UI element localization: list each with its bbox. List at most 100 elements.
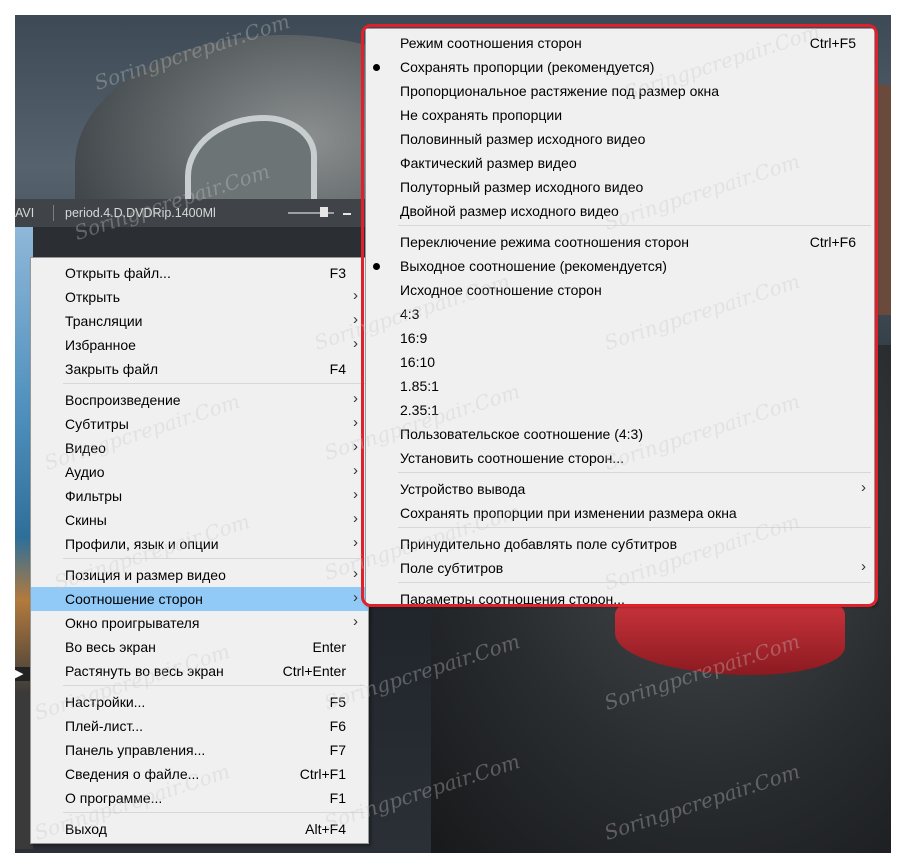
menu-item-favorites[interactable]: Избранное › bbox=[31, 333, 368, 357]
menu-item-label: Трансляции bbox=[65, 313, 143, 329]
check-marker bbox=[366, 55, 390, 79]
submenu-item-ratio-1-85[interactable]: 1.85:1 bbox=[366, 374, 874, 398]
submenu-item-aspect-mode[interactable]: Режим соотношения сторон Ctrl+F5 bbox=[366, 31, 874, 55]
submenu-item-custom-ratio[interactable]: Пользовательское соотношение (4:3) bbox=[366, 422, 874, 446]
menu-item-label: Исходное соотношение сторон bbox=[400, 282, 602, 298]
menu-item-label: Аудио bbox=[65, 464, 105, 480]
menu-item-open[interactable]: Открыть › bbox=[31, 285, 368, 309]
menu-item-label: Переключение режима соотношения сторон bbox=[400, 234, 690, 250]
menu-item-profiles[interactable]: Профили, язык и опции › bbox=[31, 532, 368, 556]
menu-item-label: Режим соотношения сторон bbox=[400, 35, 582, 51]
format-label: AVI bbox=[15, 206, 35, 220]
menu-separator bbox=[398, 225, 871, 226]
submenu-item-output-device[interactable]: Устройство вывода › bbox=[366, 477, 874, 501]
submenu-item-ratio-16-9[interactable]: 16:9 bbox=[366, 326, 874, 350]
menu-item-file-info[interactable]: Сведения о файле... Ctrl+F1 bbox=[31, 762, 368, 786]
menu-separator bbox=[398, 527, 871, 528]
submenu-item-proportional-stretch[interactable]: Пропорциональное растяжение под размер о… bbox=[366, 79, 874, 103]
menu-item-filters[interactable]: Фильтры › bbox=[31, 484, 368, 508]
submenu-item-source-ratio[interactable]: Исходное соотношение сторон bbox=[366, 278, 874, 302]
submenu-item-subtitle-field[interactable]: Поле субтитров › bbox=[366, 556, 874, 580]
menu-item-stretch-fullscreen[interactable]: Растянуть во весь экран Ctrl+Enter bbox=[31, 659, 368, 683]
submenu-item-keep-proportions[interactable]: Сохранять пропорции (рекомендуется) bbox=[366, 55, 874, 79]
menu-item-label: Сохранять пропорции при изменении размер… bbox=[400, 505, 737, 521]
submenu-item-switch-aspect-mode[interactable]: Переключение режима соотношения сторон Ct… bbox=[366, 230, 874, 254]
menu-item-broadcasts[interactable]: Трансляции › bbox=[31, 309, 368, 333]
menu-item-label: Принудительно добавлять поле субтитров bbox=[400, 536, 678, 552]
menu-separator bbox=[398, 472, 871, 473]
menu-item-shortcut: Ctrl+F5 bbox=[809, 35, 856, 51]
submenu-item-force-subtitle-field[interactable]: Принудительно добавлять поле субтитров bbox=[366, 532, 874, 556]
submenu-arrow-icon: › bbox=[353, 390, 358, 407]
menu-item-exit[interactable]: Выход Alt+F4 bbox=[31, 817, 368, 841]
menu-item-label: 2.35:1 bbox=[400, 402, 439, 418]
submenu-item-one-and-half-size[interactable]: Полуторный размер исходного видео bbox=[366, 175, 874, 199]
volume-slider-handle[interactable] bbox=[320, 207, 328, 217]
submenu-item-ratio-16-10[interactable]: 16:10 bbox=[366, 350, 874, 374]
menu-item-label: 16:9 bbox=[400, 330, 428, 346]
menu-item-label: Панель управления... bbox=[65, 742, 206, 758]
menu-item-label: Скины bbox=[65, 512, 107, 528]
submenu-arrow-icon: › bbox=[353, 613, 358, 630]
menu-item-skins[interactable]: Скины › bbox=[31, 508, 368, 532]
title-separator bbox=[53, 205, 54, 221]
menu-item-playback[interactable]: Воспроизведение › bbox=[31, 388, 368, 412]
menu-item-label: Не сохранять пропорции bbox=[400, 107, 563, 123]
menu-item-open-file[interactable]: Открыть файл... F3 bbox=[31, 261, 368, 285]
submenu-arrow-icon: › bbox=[353, 510, 358, 527]
menu-item-aspect-ratio[interactable]: Соотношение сторон › bbox=[31, 587, 368, 611]
submenu-item-set-ratio[interactable]: Установить соотношение сторон... bbox=[366, 446, 874, 470]
menu-item-video[interactable]: Видео › bbox=[31, 436, 368, 460]
menu-item-label: Половинный размер исходного видео bbox=[400, 131, 646, 147]
menu-item-shortcut: F6 bbox=[329, 718, 346, 734]
menu-item-fullscreen[interactable]: Во весь экран Enter bbox=[31, 635, 368, 659]
menu-item-shortcut: F1 bbox=[329, 790, 346, 806]
menu-item-video-position[interactable]: Позиция и размер видео › bbox=[31, 563, 368, 587]
radio-bullet-icon bbox=[373, 263, 380, 270]
submenu-item-ratio-4-3[interactable]: 4:3 bbox=[366, 302, 874, 326]
menu-item-close-file[interactable]: Закрыть файл F4 bbox=[31, 357, 368, 381]
menu-item-label: Настройки... bbox=[65, 694, 146, 710]
menu-item-label: Устройство вывода bbox=[400, 481, 526, 497]
submenu-item-output-ratio[interactable]: Выходное соотношение (рекомендуется) bbox=[366, 254, 874, 278]
menu-item-player-window[interactable]: Окно проигрывателя › bbox=[31, 611, 368, 635]
menu-item-label: Двойной размер исходного видео bbox=[400, 203, 619, 219]
menu-item-playlist[interactable]: Плей-лист... F6 bbox=[31, 714, 368, 738]
submenu-item-aspect-settings[interactable]: Параметры соотношения сторон... bbox=[366, 587, 874, 604]
menu-item-label: Воспроизведение bbox=[65, 392, 181, 408]
menu-item-label: Позиция и размер видео bbox=[65, 567, 226, 583]
submenu-arrow-icon: › bbox=[353, 335, 358, 352]
menu-item-label: Открыть bbox=[65, 289, 120, 305]
menu-item-label: Во весь экран bbox=[65, 639, 156, 655]
submenu-arrow-icon: › bbox=[353, 287, 358, 304]
menu-item-label: 16:10 bbox=[400, 354, 436, 370]
menu-item-label: Поле субтитров bbox=[400, 560, 504, 576]
menu-item-label: 1.85:1 bbox=[400, 378, 439, 394]
menu-item-shortcut: Ctrl+F1 bbox=[299, 766, 346, 782]
menu-item-label: Пользовательское соотношение (4:3) bbox=[400, 426, 643, 442]
player-title-bar: AVI period.4.D.DVDRip.1400Ml bbox=[15, 199, 365, 227]
submenu-item-ratio-2-35[interactable]: 2.35:1 bbox=[366, 398, 874, 422]
minimize-icon[interactable] bbox=[343, 213, 351, 215]
menu-item-subtitles[interactable]: Субтитры › bbox=[31, 412, 368, 436]
submenu-item-double-size[interactable]: Двойной размер исходного видео bbox=[366, 199, 874, 223]
menu-item-label: Закрыть файл bbox=[65, 361, 159, 377]
menu-item-settings[interactable]: Настройки... F5 bbox=[31, 690, 368, 714]
submenu-arrow-icon: › bbox=[353, 311, 358, 328]
menu-item-audio[interactable]: Аудио › bbox=[31, 460, 368, 484]
submenu-item-actual-size[interactable]: Фактический размер видео bbox=[366, 151, 874, 175]
menu-item-label: Параметры соотношения сторон... bbox=[400, 591, 625, 604]
menu-separator bbox=[63, 383, 365, 384]
menu-separator bbox=[63, 812, 365, 813]
submenu-item-keep-on-resize[interactable]: Сохранять пропорции при изменении размер… bbox=[366, 501, 874, 525]
menu-item-label: Окно проигрывателя bbox=[65, 615, 200, 631]
submenu-arrow-icon: › bbox=[353, 534, 358, 551]
submenu-item-half-size[interactable]: Половинный размер исходного видео bbox=[366, 127, 874, 151]
menu-item-control-panel[interactable]: Панель управления... F7 bbox=[31, 738, 368, 762]
menu-separator bbox=[63, 558, 365, 559]
menu-item-about[interactable]: О программе... F1 bbox=[31, 786, 368, 810]
submenu-item-no-proportions[interactable]: Не сохранять пропорции bbox=[366, 103, 874, 127]
menu-item-shortcut: F3 bbox=[329, 265, 346, 281]
submenu-arrow-icon: › bbox=[861, 479, 866, 496]
submenu-arrow-icon: › bbox=[353, 462, 358, 479]
